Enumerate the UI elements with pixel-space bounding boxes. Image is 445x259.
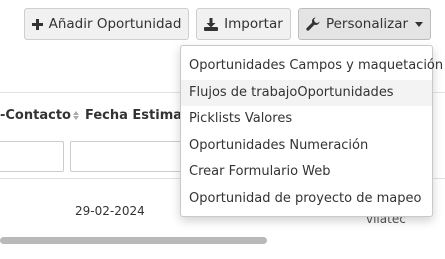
caret-down-icon (415, 21, 424, 27)
table-cell-date: 29-02-2024 (75, 204, 145, 218)
import-label: Importar (224, 16, 283, 32)
customize-dropdown-menu: Oportunidades Campos y maquetación Flujo… (180, 45, 443, 217)
download-icon (204, 17, 219, 31)
menu-item-numbering[interactable]: Oportunidades Numeración (181, 133, 432, 160)
menu-item-mapping[interactable]: Oportunidad de proyecto de mapeo (181, 186, 432, 213)
sort-icon (73, 111, 79, 120)
horizontal-scrollbar[interactable] (0, 237, 267, 244)
menu-item-workflows[interactable]: Flujos de trabajoOportunidades (181, 79, 432, 106)
add-opportunity-button[interactable]: Añadir Oportunidad (24, 8, 189, 40)
customize-label: Personalizar (325, 16, 409, 32)
menu-item-fields-layout[interactable]: Oportunidades Campos y maquetación (181, 53, 443, 80)
import-button[interactable]: Importar (196, 8, 291, 40)
plus-icon (31, 18, 43, 30)
filter-input-contact[interactable] (0, 141, 64, 172)
menu-item-picklists[interactable]: Picklists Valores (181, 106, 432, 133)
customize-button[interactable]: Personalizar (298, 8, 431, 40)
wrench-icon (306, 17, 320, 31)
menu-item-web-form[interactable]: Crear Formulario Web (181, 159, 432, 186)
add-opportunity-label: Añadir Oportunidad (48, 16, 182, 32)
column-header-contact[interactable]: -Contacto (0, 108, 71, 123)
